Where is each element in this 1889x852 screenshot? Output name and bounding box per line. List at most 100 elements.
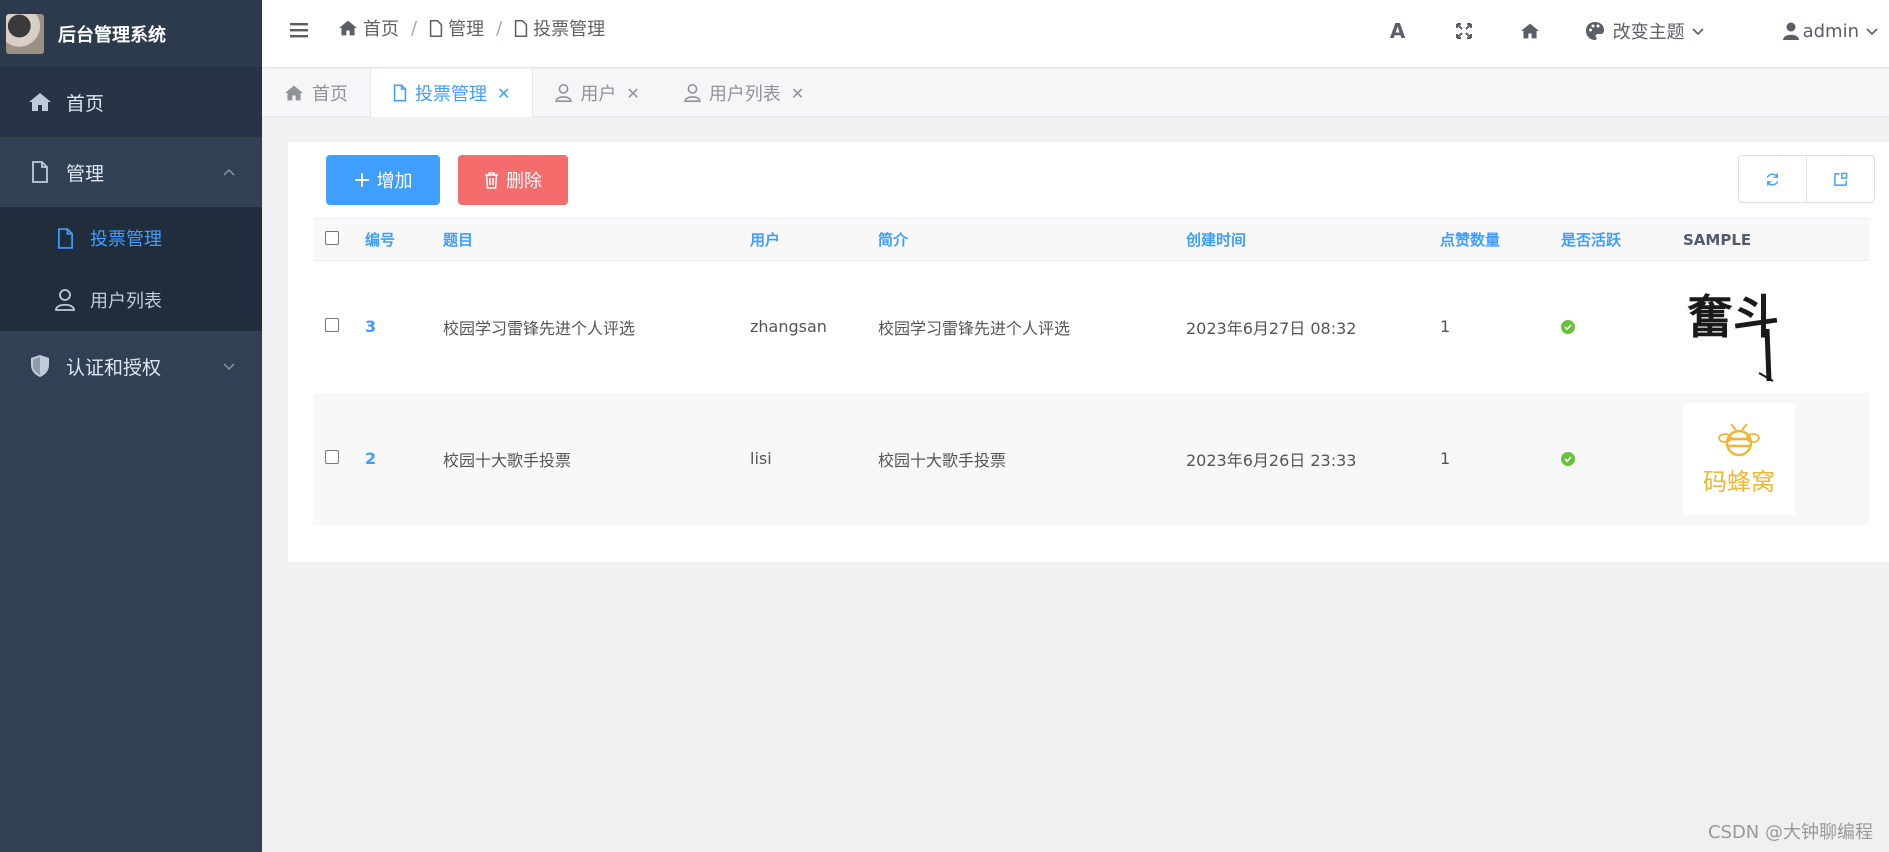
sample-text: 码蜂窝 [1703,468,1775,496]
theme-switcher[interactable]: 改变主题 [1585,18,1713,44]
fullscreen-icon[interactable] [1453,20,1475,42]
column-header[interactable]: 编号 [353,219,431,261]
app-title: 后台管理系统 [58,24,166,46]
column-header[interactable]: 创建时间 [1174,219,1428,261]
cell-user: lisi [750,449,772,468]
chevron-down-icon [1866,28,1878,36]
add-button[interactable]: 增加 [326,155,440,205]
sidebar-item-label: 首页 [66,92,105,115]
font-size-icon[interactable]: A [1387,19,1409,43]
sidebar-item-user-list[interactable]: 用户列表 [0,269,262,331]
file-icon [28,160,52,184]
breadcrumb: 首页 / 管理 / 投票管理 [338,15,605,41]
sidebar-item-vote-manage[interactable]: 投票管理 [0,207,262,269]
user-icon [54,289,76,311]
export-icon [1834,172,1848,186]
breadcrumb-separator: / [411,17,418,39]
column-header: SAMPLE [1683,230,1752,249]
cell-likes: 1 [1440,317,1451,337]
cell-created: 2023年6月27日 08:32 [1186,318,1357,338]
vote-table: 编号 题目 用户 简介 创建时间 点赞数量 是否活跃 SAMPLE 3 校园学习… [313,218,1869,525]
vote-table-card: 增加 删除 编号 题目 用户 简介 创建时间 点赞数量 是否活跃 SAMPLE … [288,142,1889,562]
sidebar-item-label: 投票管理 [90,229,162,250]
file-icon [514,19,528,37]
cell-active [1549,261,1671,393]
check-circle-icon [1561,452,1575,466]
home-icon [339,20,357,36]
table-header-row: 编号 题目 用户 简介 创建时间 点赞数量 是否活跃 SAMPLE [313,218,1869,261]
column-header[interactable]: 用户 [738,219,866,261]
tab-vote-manage[interactable]: 投票管理 ✕ [370,69,534,117]
export-button[interactable] [1806,156,1874,202]
breadcrumb-item-current: 投票管理 [514,15,605,41]
sidebar: 后台管理系统 首页 管理 投票管理 用户列表 认证和授权 [0,0,262,852]
sample-image: 码蜂窝 [1683,402,1795,515]
cell-title: 校园十大歌手投票 [443,450,572,470]
select-all-cell [313,219,353,261]
delete-button[interactable]: 删除 [458,155,568,205]
chevron-down-icon [223,363,235,371]
file-icon [429,19,443,37]
brand: 后台管理系统 [0,0,262,67]
column-header[interactable]: 简介 [866,219,1174,261]
check-circle-icon [1561,320,1575,335]
tab-home[interactable]: 首页 [262,69,370,117]
tab-user[interactable]: 用户 ✕ [533,69,661,117]
refresh-button[interactable] [1739,156,1806,202]
avatar [6,13,44,54]
cell-active [1549,393,1671,525]
cell-intro: 校园学习雷锋先进个人评选 [878,318,1071,338]
submenu-manage: 投票管理 用户列表 [0,207,262,331]
home-icon[interactable] [1519,20,1541,42]
row-checkbox[interactable] [325,318,339,333]
plus-icon [354,173,369,187]
table-row: 2 校园十大歌手投票 lisi 校园十大歌手投票 2023年6月26日 23:3… [313,392,1869,525]
sidebar-item-auth[interactable]: 认证和授权 [0,331,262,401]
sidebar-item-label: 管理 [66,162,105,185]
select-all-checkbox[interactable] [325,230,339,245]
cell-user: zhangsan [750,317,827,337]
table-row: 3 校园学习雷锋先进个人评选 zhangsan 校园学习雷锋先进个人评选 202… [313,261,1869,393]
cell-created: 2023年6月26日 23:33 [1186,450,1357,470]
bee-icon [1718,423,1760,457]
sidebar-item-home[interactable]: 首页 [0,67,262,137]
row-checkbox[interactable] [325,450,339,464]
close-icon[interactable]: ✕ [791,84,804,103]
close-icon[interactable]: ✕ [497,84,510,103]
column-header[interactable]: 点赞数量 [1428,219,1549,261]
user-menu[interactable]: admin [1782,21,1879,42]
home-icon [284,84,304,102]
breadcrumb-item-manage[interactable]: 管理 [429,15,484,41]
close-icon[interactable]: ✕ [626,84,639,103]
sidebar-item-manage[interactable]: 管理 [0,137,262,207]
cell-sample: 奮斗 [1671,261,1869,393]
tags-view: 首页 投票管理 ✕ 用户 ✕ 用户列表 ✕ [262,69,1889,117]
navbar: 首页 / 管理 / 投票管理 A 改变主题 admin [262,0,1889,68]
sidebar-item-label: 认证和授权 [66,356,162,379]
refresh-icon [1766,172,1779,186]
cell-likes: 1 [1440,449,1451,468]
cell-intro: 校园十大歌手投票 [878,450,1007,470]
sample-image: 奮斗 [1683,269,1799,385]
cell-id: 2 [365,449,377,468]
column-header[interactable]: 题目 [431,219,738,261]
chevron-down-icon [1692,28,1704,36]
user-icon [684,84,701,102]
tab-user-list[interactable]: 用户列表 ✕ [662,69,826,117]
navbar-right: A 改变主题 admin [1387,18,1889,44]
shield-icon [28,354,52,378]
breadcrumb-item-home[interactable]: 首页 [338,15,399,41]
user-icon [555,84,573,102]
column-header[interactable]: 是否活跃 [1549,219,1671,261]
table-tools [1738,155,1875,203]
breadcrumb-separator: / [496,17,503,39]
watermark: CSDN @大钟聊编程 [1707,822,1873,843]
file-icon [393,84,407,102]
hamburger-icon[interactable] [289,20,309,40]
sidebar-item-label: 用户列表 [90,291,162,312]
cell-title: 校园学习雷锋先进个人评选 [443,318,636,338]
cell-sample: 码蜂窝 [1671,393,1869,525]
user-icon [1782,22,1799,40]
file-icon [54,227,76,249]
cell-id: 3 [365,317,377,337]
